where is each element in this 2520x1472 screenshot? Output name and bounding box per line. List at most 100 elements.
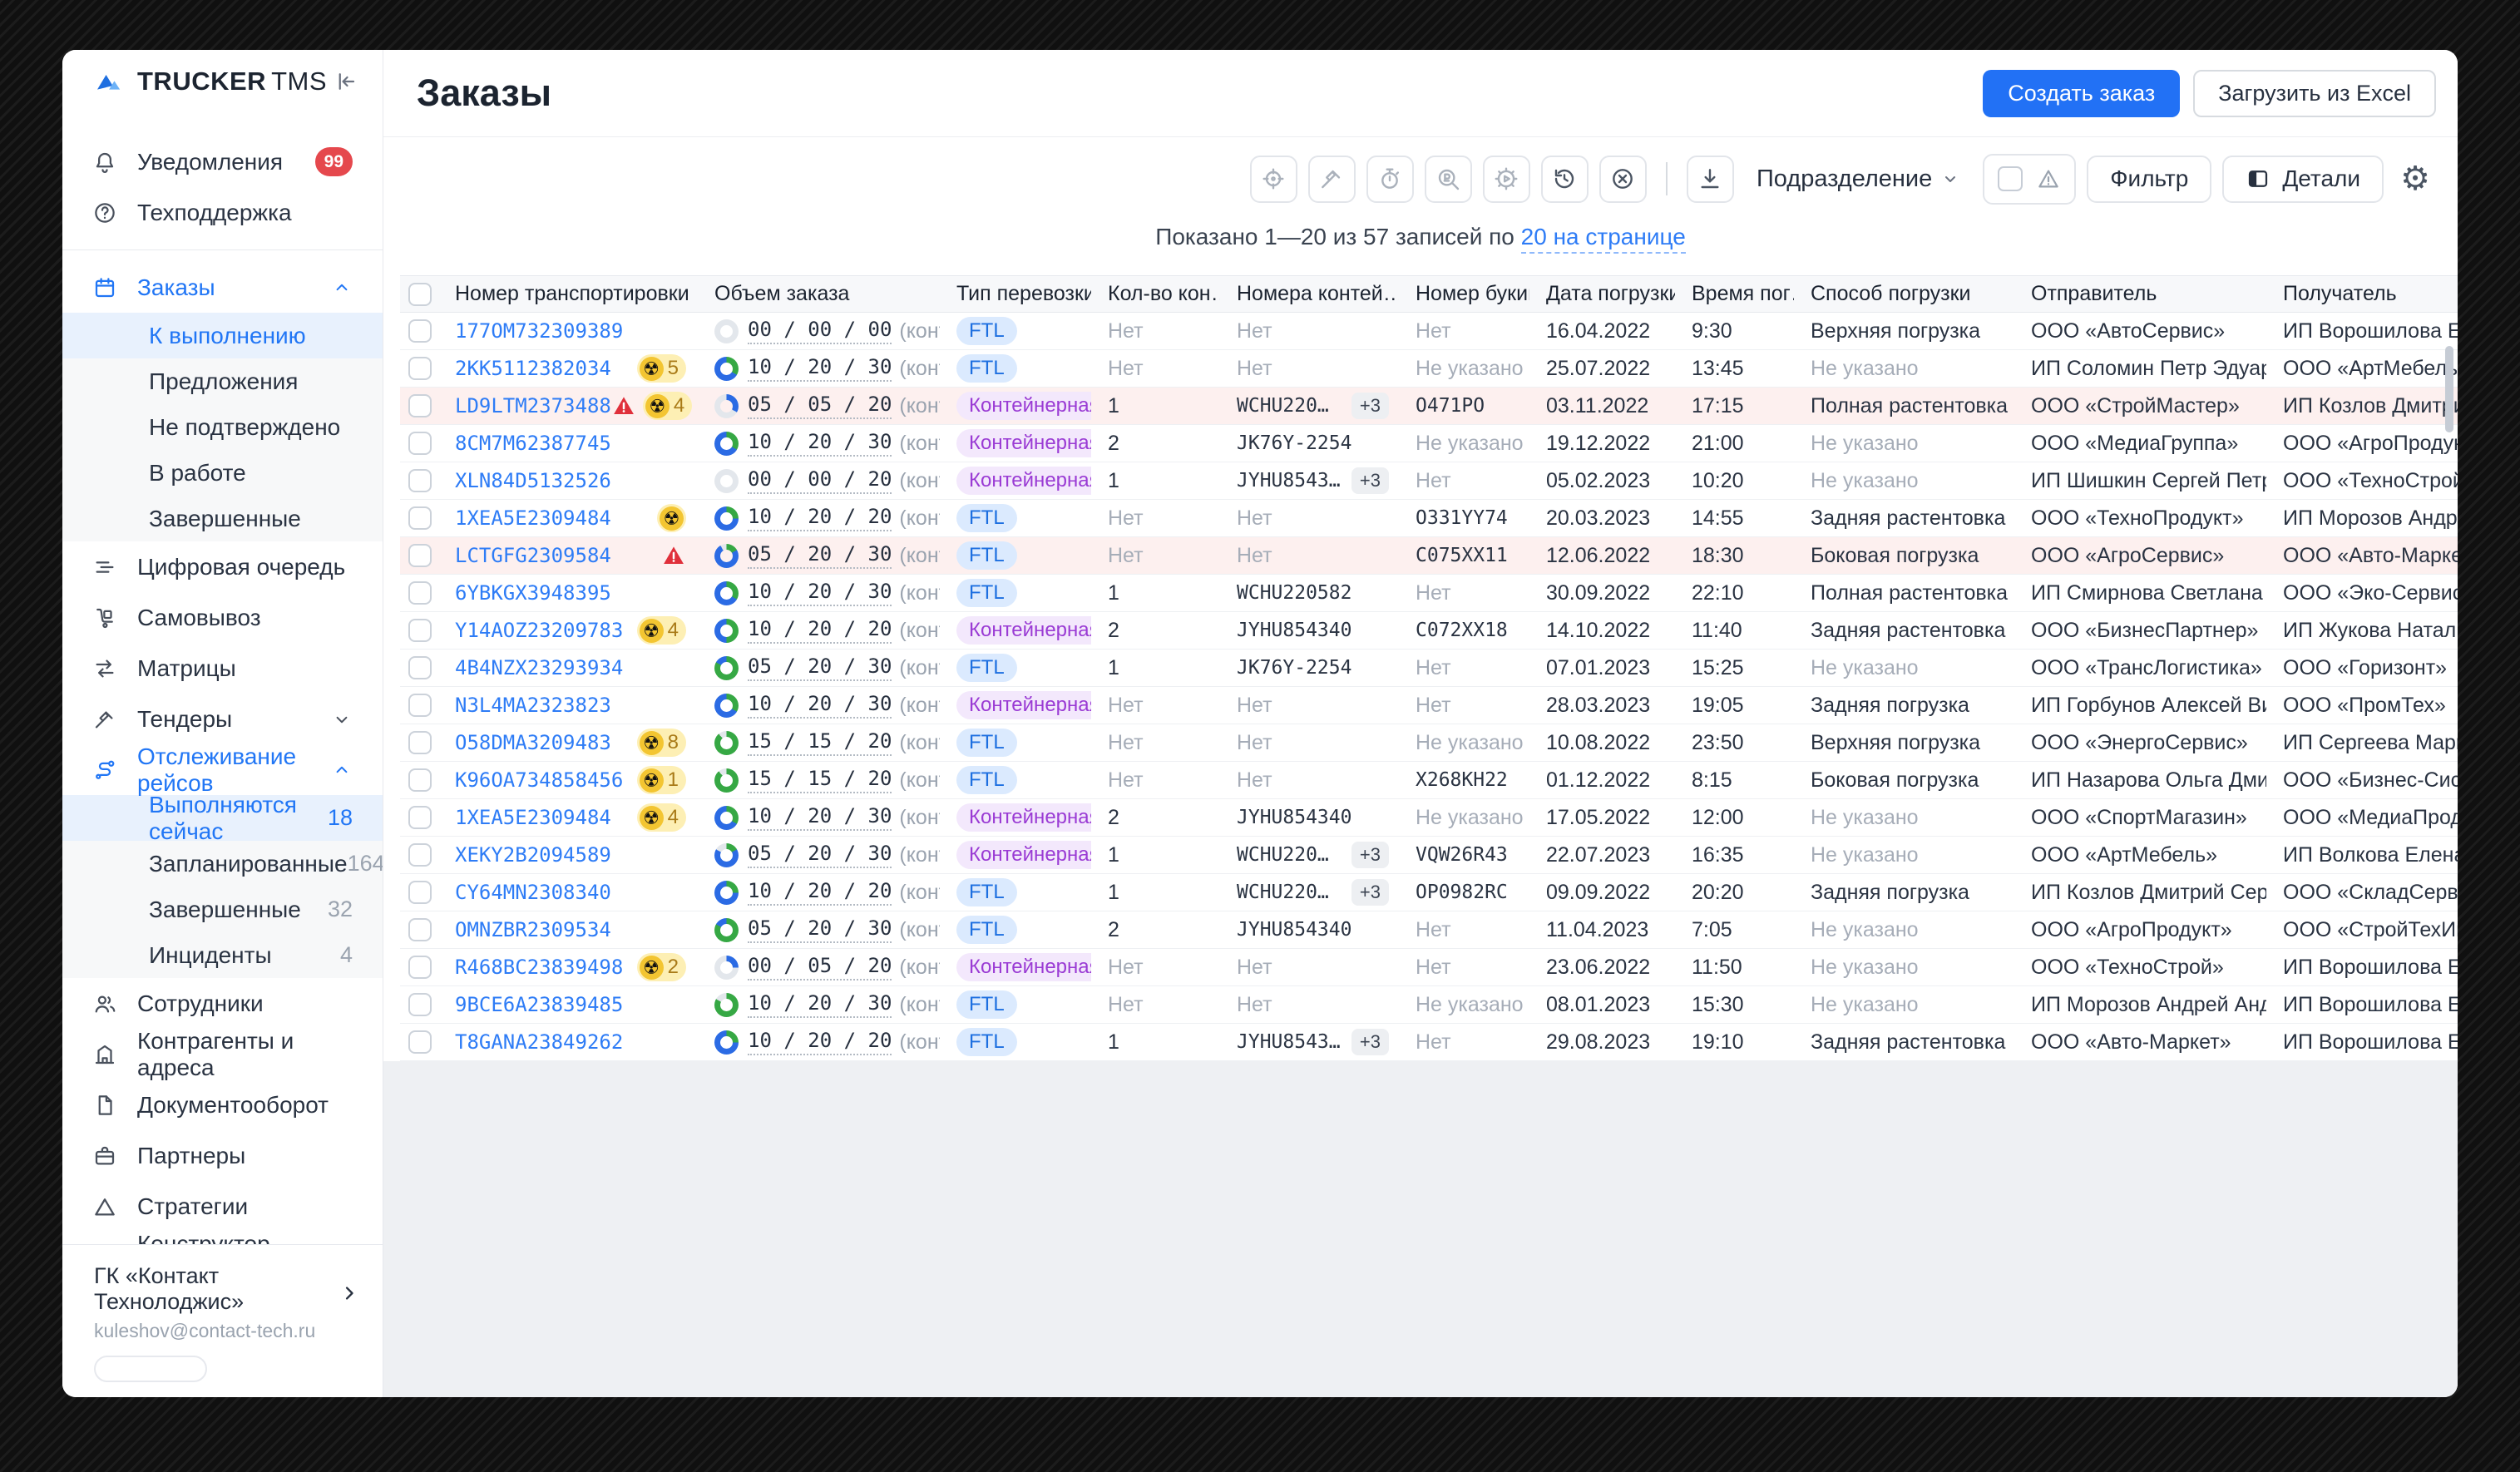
sidebar-item[interactable]: Отслеживание рейсов [62,744,383,795]
table-settings-button[interactable]: ⚙ [2394,156,2436,203]
table-row[interactable]: R468BC23839498☢2 00 / 05 / 20(контейне… … [400,949,2458,986]
cancel-button[interactable] [1599,156,1647,203]
flags-filter-group[interactable] [1983,154,2076,205]
table-row[interactable]: 6YBKGX3948395 10 / 20 / 30(контейнер… FT… [400,575,2458,612]
column-header[interactable]: Номер букинга [1399,282,1529,306]
vertical-scrollbar[interactable] [2445,346,2453,432]
sidebar-subitem[interactable]: Инциденты4 [62,932,383,978]
filter-button[interactable]: Фильтр [2087,156,2211,203]
sidebar-item[interactable]: Уведомления99 [62,136,383,187]
sidebar-item[interactable]: Тендеры [62,694,383,744]
table-row[interactable]: O58DMA3209483☢8 15 / 15 / 20(контейне… F… [400,724,2458,762]
sidebar-subitem[interactable]: К выполнению [62,313,383,358]
order-volume[interactable]: 10 / 20 / 30 [748,804,892,831]
sidebar-subitem[interactable]: Завершенные32 [62,887,383,932]
row-checkbox[interactable] [408,469,432,492]
more-containers-chip[interactable]: +3 [1351,1029,1389,1055]
table-row[interactable]: 2KK5112382034☢5 10 / 20 / 30(контейнер… … [400,350,2458,388]
order-volume[interactable]: 10 / 20 / 30 [748,991,892,1018]
order-volume[interactable]: 10 / 20 / 20 [748,879,892,906]
more-containers-chip[interactable]: +3 [1351,842,1389,868]
order-volume[interactable]: 00 / 00 / 20 [748,467,892,494]
table-row[interactable]: LD9LTM2373488☢4 05 / 05 / 20(контейне… К… [400,388,2458,425]
stopwatch-button[interactable] [1366,156,1414,203]
transport-number-link[interactable]: OMNZBR2309534 [455,918,611,941]
order-volume[interactable]: 10 / 20 / 20 [748,1029,892,1055]
table-row[interactable]: K96OA734858456☢1 15 / 15 / 20(контейне… … [400,762,2458,799]
row-checkbox[interactable] [408,956,432,979]
table-row[interactable]: OMNZBR2309534 05 / 20 / 30(контейне… FTL… [400,911,2458,949]
sidebar-item[interactable]: Техподдержка [62,187,383,238]
transport-number-link[interactable]: Y14AOZ23209783 [455,619,623,642]
row-checkbox[interactable] [408,581,432,605]
sidebar-item[interactable]: Партнеры [62,1130,383,1181]
order-volume[interactable]: 10 / 20 / 30 [748,430,892,457]
sidebar-item[interactable]: Самовывоз [62,592,383,643]
transport-number-link[interactable]: 1XEA5E2309484 [455,806,611,829]
column-header[interactable]: Объем заказа [698,282,940,306]
order-volume[interactable]: 05 / 20 / 30 [748,542,892,569]
row-checkbox[interactable] [408,918,432,941]
sidebar-item[interactable]: Стратегии [62,1181,383,1232]
order-volume[interactable]: 00 / 00 / 00 [748,318,892,344]
sidebar-item[interactable]: Цифровая очередь [62,541,383,592]
table-row[interactable]: Y14AOZ23209783☢4 10 / 20 / 20(контейне… … [400,612,2458,650]
row-checkbox[interactable] [408,843,432,867]
transport-number-link[interactable]: CY64MN2308340 [455,881,611,904]
flag-checkbox[interactable] [1998,166,2023,191]
chevron-right-icon[interactable] [338,1282,361,1305]
transport-number-link[interactable]: LD9LTM2373488 [455,394,611,417]
transport-number-link[interactable]: 6YBKGX3948395 [455,581,611,605]
row-checkbox[interactable] [408,731,432,754]
transport-number-link[interactable]: T8GANA23849262 [455,1030,623,1054]
column-header[interactable]: Номер транспортировки [438,282,698,306]
transport-number-link[interactable]: 8CM7M62387745 [455,432,611,455]
sidebar-subitem[interactable]: Предложения [62,358,383,404]
unit-dropdown[interactable]: Подразделение [1757,165,1960,193]
transport-number-link[interactable]: 177OM732309389 [455,319,623,343]
order-volume[interactable]: 05 / 05 / 20 [748,393,892,419]
transport-number-link[interactable]: R468BC23839498 [455,956,623,979]
table-row[interactable]: 1XEA5E2309484☢4 10 / 20 / 30(контейнер… … [400,799,2458,837]
column-header[interactable]: Получатель [2266,282,2458,306]
transport-number-link[interactable]: LCTGFG2309584 [455,544,611,567]
sidebar-item[interactable]: Документооборот [62,1079,383,1130]
row-checkbox[interactable] [408,357,432,380]
sidebar-subitem[interactable]: Не подтверждено [62,404,383,450]
sidebar-item[interactable]: Заказы [62,262,383,313]
order-volume[interactable]: 05 / 20 / 30 [748,654,892,681]
select-all-checkbox[interactable] [408,283,432,306]
table-row[interactable]: N3L4MA2323823 10 / 20 / 30(контейнер… Ко… [400,687,2458,724]
order-volume[interactable]: 15 / 15 / 20 [748,767,892,793]
target-button[interactable] [1250,156,1297,203]
row-checkbox[interactable] [408,806,432,829]
transport-number-link[interactable]: 2KK5112382034 [455,357,611,380]
table-row[interactable]: 8CM7M62387745 10 / 20 / 30(контейнер… Ко… [400,425,2458,462]
more-containers-chip[interactable]: +3 [1351,467,1389,494]
column-header[interactable]: Номера контей… [1220,282,1399,306]
order-volume[interactable]: 00 / 05 / 20 [748,954,892,981]
table-row[interactable]: T8GANA23849262 10 / 20 / 20(контейне… FT… [400,1024,2458,1061]
table-row[interactable]: 4B4NZX23293934 05 / 20 / 30(контейне… FT… [400,650,2458,687]
transport-number-link[interactable]: 4B4NZX23293934 [455,656,623,679]
transport-number-link[interactable]: K96OA734858456 [455,768,623,792]
more-containers-chip[interactable]: +3 [1351,879,1389,906]
gavel-button[interactable] [1308,156,1356,203]
sidebar-subitem[interactable]: Запланированные164 [62,841,383,887]
sidebar-subitem[interactable]: В работе [62,450,383,496]
details-button[interactable]: Детали [2222,156,2384,203]
page-size-link[interactable]: 20 на странице [1521,224,1686,254]
order-volume[interactable]: 10 / 20 / 20 [748,617,892,644]
transport-number-link[interactable]: XLN84D5132526 [455,469,611,492]
history-button[interactable] [1541,156,1589,203]
row-checkbox[interactable] [408,319,432,343]
transport-number-link[interactable]: O58DMA3209483 [455,731,611,754]
table-row[interactable]: LCTGFG2309584 05 / 20 / 30(контейне… FTL… [400,537,2458,575]
row-checkbox[interactable] [408,394,432,417]
order-volume[interactable]: 05 / 20 / 30 [748,916,892,943]
order-volume[interactable]: 05 / 20 / 30 [748,842,892,868]
order-volume[interactable]: 15 / 15 / 20 [748,729,892,756]
more-containers-chip[interactable]: +3 [1351,393,1389,419]
column-header[interactable]: Кол-во кон… [1091,282,1220,306]
sidebar-subitem[interactable]: Выполняются сейчас18 [62,795,383,841]
